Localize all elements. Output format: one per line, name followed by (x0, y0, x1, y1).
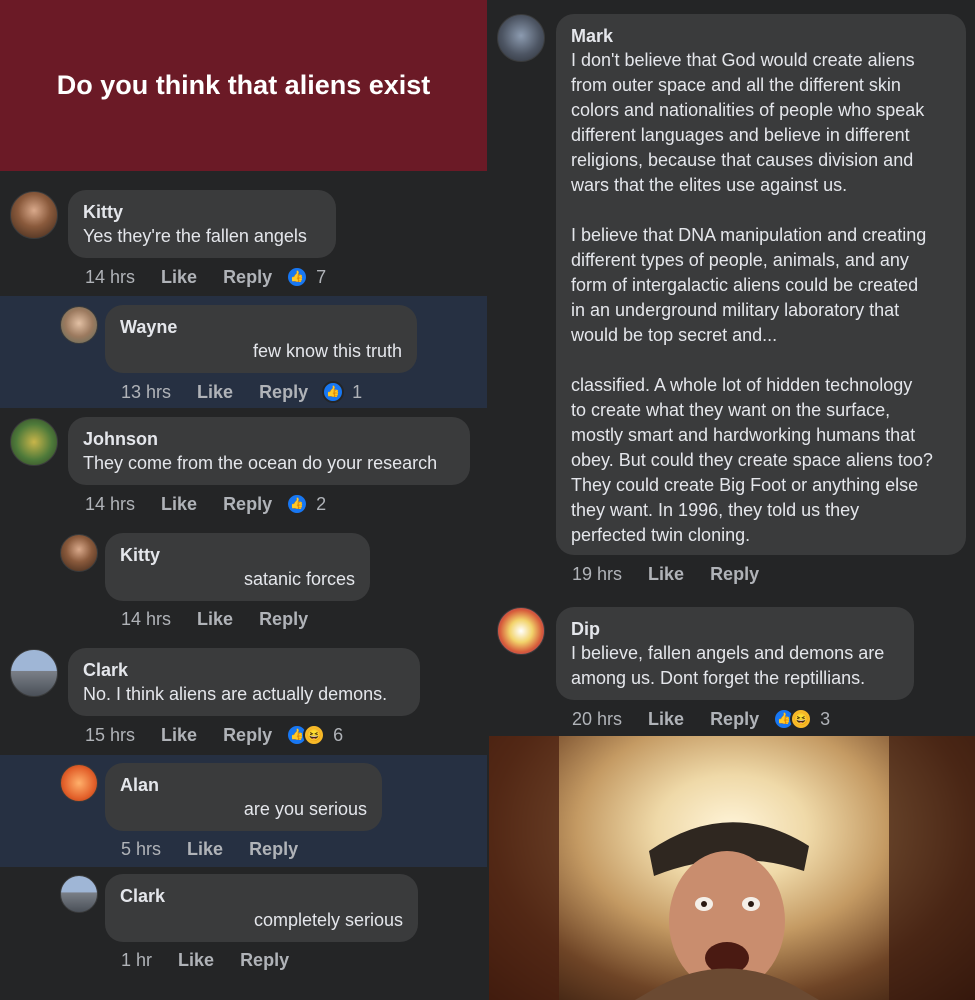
comment-text: No. I think aliens are actually demons. (83, 684, 388, 704)
avatar[interactable] (10, 649, 58, 697)
scared-man-illustration (489, 736, 975, 1000)
comment-actions: 14 hrs Like Reply 👍 2 (85, 493, 326, 515)
avatar[interactable] (60, 764, 98, 802)
commenter-name[interactable]: Wayne (120, 315, 402, 339)
reaction-count: 6 (333, 724, 344, 745)
commenter-name[interactable]: Clark (120, 884, 403, 908)
comment-text: satanic forces (243, 569, 355, 589)
post-banner: Do you think that aliens exist (0, 0, 487, 171)
commenter-name[interactable]: Kitty (120, 543, 355, 567)
avatar[interactable] (10, 191, 58, 239)
comment-bubble: Johnson They come from the ocean do your… (68, 417, 470, 485)
reply-button[interactable]: Reply (223, 267, 272, 288)
comment-actions: 15 hrs Like Reply 👍 😆 6 (85, 724, 343, 746)
reaction-count: 1 (352, 381, 363, 402)
reaction-count: 3 (820, 708, 831, 729)
comment-bubble: Clark No. I think aliens are actually de… (68, 648, 420, 716)
reaction-count: 7 (316, 266, 327, 287)
thumbs-up-icon: 👍 (286, 266, 309, 288)
avatar[interactable] (60, 306, 98, 344)
comment-bubble: Kitty satanic forces (105, 533, 370, 601)
reaction-summary[interactable]: 👍 (322, 381, 345, 403)
comment-text: are you serious (243, 799, 367, 819)
comment-time[interactable]: 19 hrs (572, 564, 622, 585)
haha-icon: 😆 (790, 708, 813, 730)
reply-button[interactable]: Reply (223, 725, 272, 746)
comment-text: They come from the ocean do your researc… (83, 453, 438, 473)
comment-actions: 1 hr Like Reply (121, 950, 315, 971)
like-button[interactable]: Like (161, 494, 197, 515)
reply-button[interactable]: Reply (710, 709, 759, 730)
comment-time[interactable]: 14 hrs (85, 267, 135, 288)
comment-text: I believe, fallen angels and demons are … (571, 643, 885, 688)
comment-actions: 13 hrs Like Reply 👍 1 (121, 381, 362, 403)
reply-button[interactable]: Reply (240, 950, 289, 971)
like-button[interactable]: Like (187, 839, 223, 860)
avatar[interactable] (10, 418, 58, 466)
comment-actions: 14 hrs Like Reply (121, 609, 334, 630)
reaction-count: 2 (316, 493, 327, 514)
comment-time[interactable]: 15 hrs (85, 725, 135, 746)
reaction-summary[interactable]: 👍 😆 (773, 708, 813, 730)
avatar[interactable] (497, 607, 545, 655)
comment-bubble: Kitty Yes they're the fallen angels (68, 190, 336, 258)
comment-time[interactable]: 14 hrs (85, 494, 135, 515)
comment-time[interactable]: 14 hrs (121, 609, 171, 630)
commenter-name[interactable]: Alan (120, 773, 367, 797)
comment-bubble: Mark I don't believe that God would crea… (556, 14, 966, 555)
reply-button[interactable]: Reply (223, 494, 272, 515)
comment-time[interactable]: 13 hrs (121, 382, 171, 403)
avatar[interactable] (497, 14, 545, 62)
comment-time[interactable]: 1 hr (121, 950, 152, 971)
commenter-name[interactable]: Johnson (83, 427, 455, 451)
reaction-summary[interactable]: 👍 (286, 493, 309, 515)
comment-time[interactable]: 20 hrs (572, 709, 622, 730)
avatar[interactable] (60, 875, 98, 913)
reaction-summary[interactable]: 👍 😆 (286, 724, 326, 746)
comment-actions: 14 hrs Like Reply 👍 7 (85, 266, 326, 288)
reply-button[interactable]: Reply (259, 382, 308, 403)
comment-bubble: Wayne few know this truth (105, 305, 417, 373)
commenter-name[interactable]: Kitty (83, 200, 321, 224)
reply-button[interactable]: Reply (259, 609, 308, 630)
comment-text: I don't believe that God would create al… (571, 50, 933, 545)
comment-text: completely serious (253, 910, 403, 930)
reply-button[interactable]: Reply (710, 564, 759, 585)
comment-bubble: Clark completely serious (105, 874, 418, 942)
comment-bubble: Alan are you serious (105, 763, 382, 831)
like-button[interactable]: Like (197, 382, 233, 403)
comment-text: Yes they're the fallen angels (83, 226, 307, 246)
like-button[interactable]: Like (178, 950, 214, 971)
comment-actions: 5 hrs Like Reply (121, 839, 324, 860)
comment-text: few know this truth (252, 341, 402, 361)
comment-bubble: Dip I believe, fallen angels and demons … (556, 607, 914, 700)
haha-icon: 😆 (303, 724, 326, 746)
commenter-name[interactable]: Clark (83, 658, 405, 682)
commenter-name[interactable]: Mark (571, 24, 951, 48)
comment-time[interactable]: 5 hrs (121, 839, 161, 860)
like-button[interactable]: Like (161, 267, 197, 288)
post-title: Do you think that aliens exist (56, 70, 431, 100)
like-button[interactable]: Like (161, 725, 197, 746)
comment-actions: 20 hrs Like Reply 👍 😆 3 (572, 708, 830, 730)
thumbs-up-icon: 👍 (286, 493, 309, 515)
reply-button[interactable]: Reply (249, 839, 298, 860)
comment-actions: 19 hrs Like Reply (572, 564, 785, 585)
commenter-name[interactable]: Dip (571, 617, 899, 641)
like-button[interactable]: Like (197, 609, 233, 630)
avatar[interactable] (60, 534, 98, 572)
like-button[interactable]: Like (648, 709, 684, 730)
reaction-image[interactable] (489, 736, 975, 1000)
like-button[interactable]: Like (648, 564, 684, 585)
reaction-summary[interactable]: 👍 (286, 266, 309, 288)
thumbs-up-icon: 👍 (322, 381, 345, 403)
